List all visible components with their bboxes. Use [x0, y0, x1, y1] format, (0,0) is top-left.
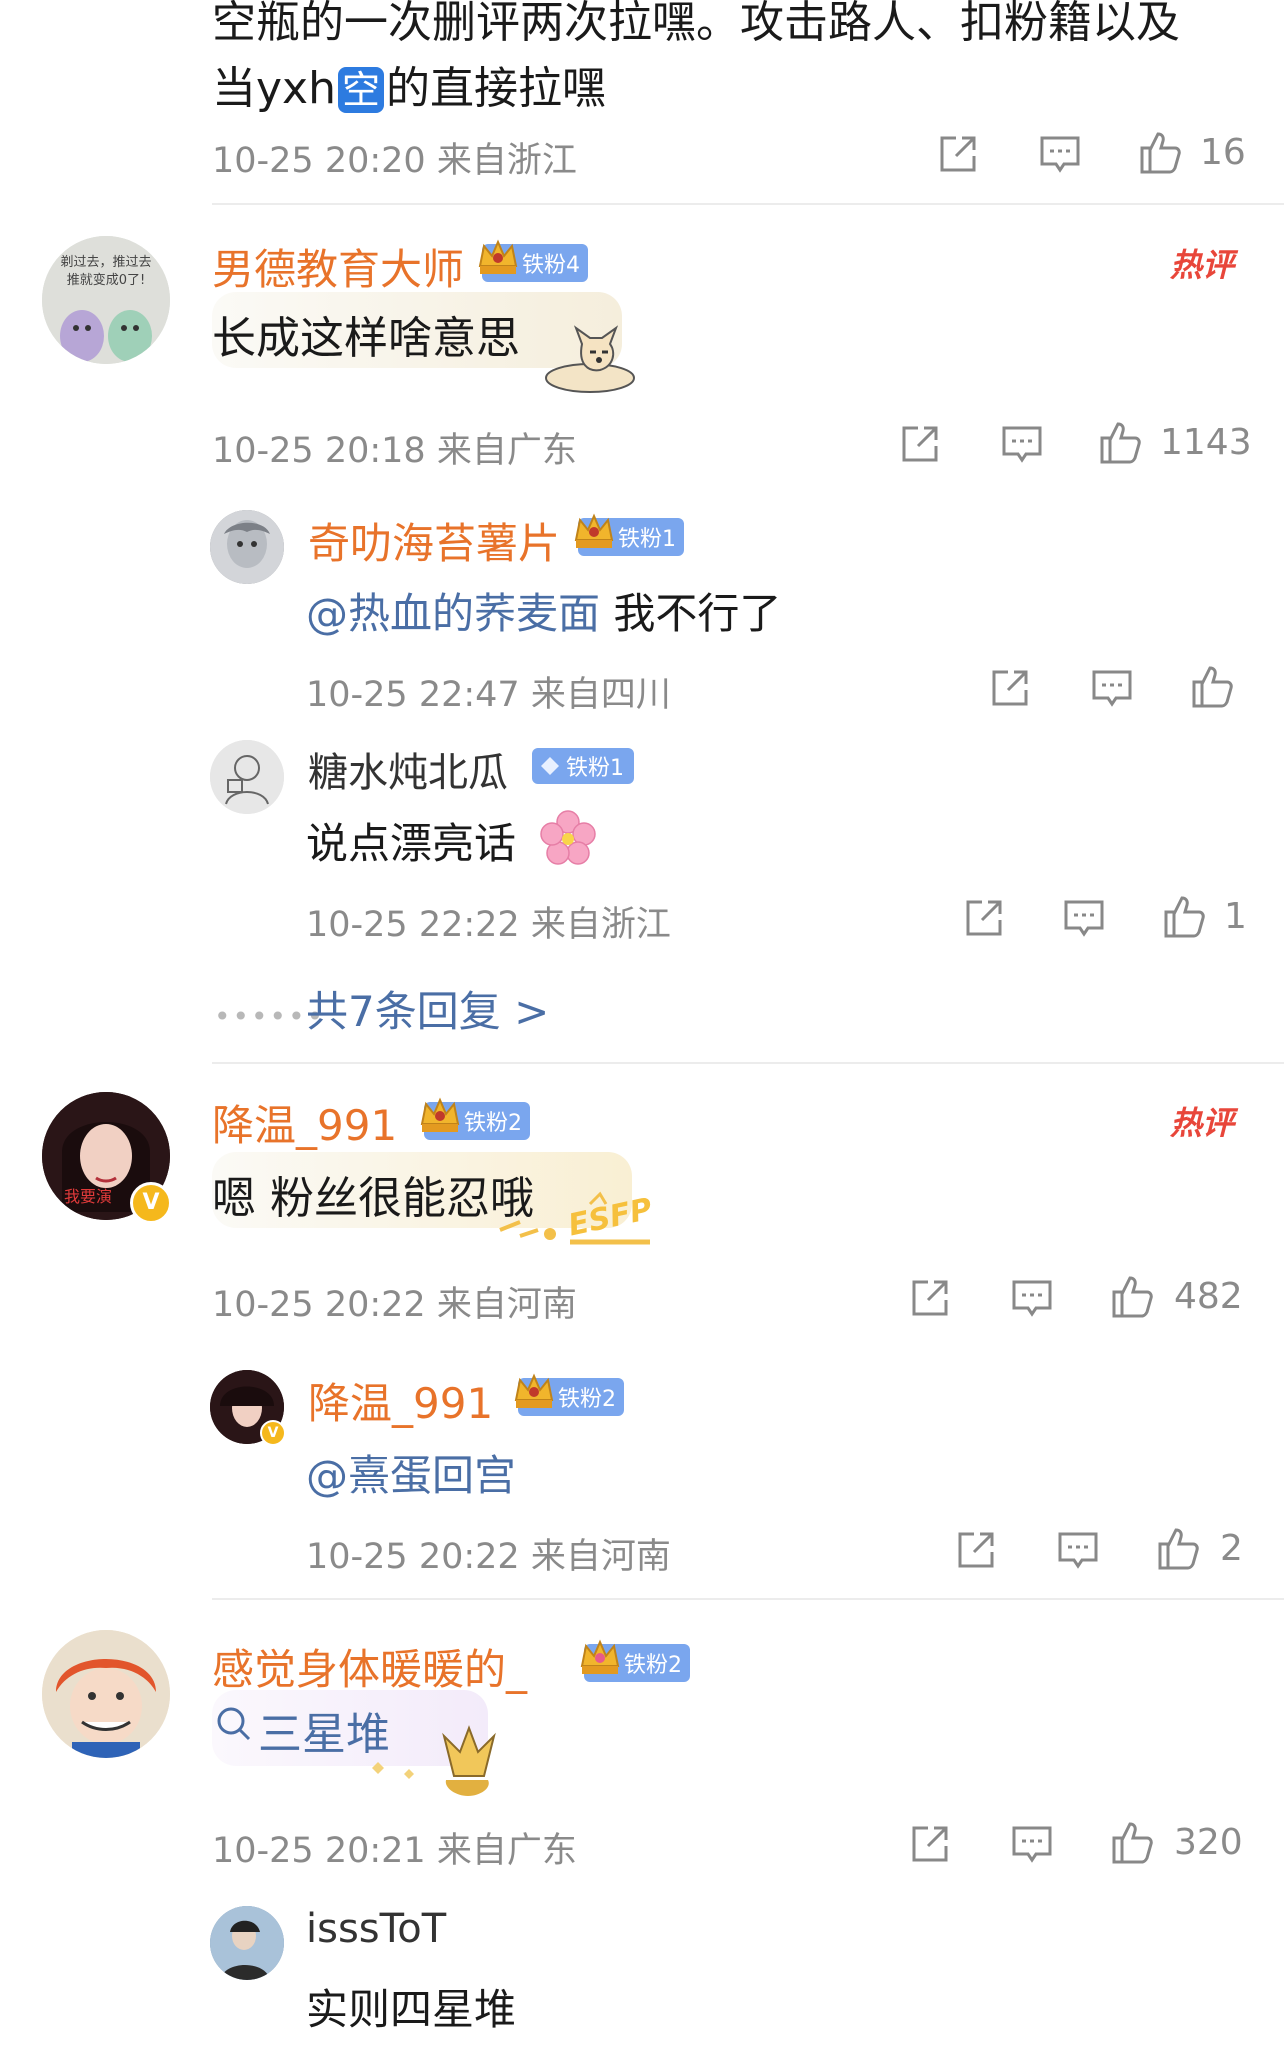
svg-text:剃过去，推过去: 剃过去，推过去 [60, 255, 151, 270]
top-comment-line2: 当yxh 空的直接拉嘿 [212, 52, 606, 116]
avatar[interactable]: 剃过去，推过去 推就变成0了! [42, 236, 170, 364]
avatar[interactable] [42, 1630, 170, 1758]
fan-badge: 铁粉2 [580, 1639, 690, 1682]
comment-icon[interactable] [1090, 666, 1134, 710]
reply-text: 说点漂亮话 [306, 810, 516, 871]
cherry-blossom-icon [538, 808, 598, 872]
fan-badge: 铁粉1 [574, 513, 684, 556]
reply-text: @熹蛋回宫 [306, 1442, 516, 1503]
fan-badge-label: 铁粉1 [618, 527, 676, 552]
like-count: 1143 [1160, 422, 1252, 463]
avatar[interactable] [210, 740, 284, 814]
fan-badge-label: 铁粉2 [624, 1653, 682, 1678]
mention-link[interactable]: @热血的荞麦面 [306, 589, 600, 638]
reply-name[interactable]: 奇叻海苔薯片 [308, 510, 560, 571]
reply-meta: 10-25 22:47 来自四川 [306, 675, 671, 715]
commenter-name[interactable]: 降温_991 [212, 1092, 397, 1153]
fan-badge: 铁粉2 [514, 1373, 624, 1416]
reply-text: @热血的荞麦面 我不行了 [306, 580, 781, 641]
crown-icon [420, 1097, 460, 1132]
like-icon[interactable] [1160, 892, 1208, 940]
reply-text-body: 说点漂亮话 [306, 819, 517, 868]
hot-comment-badge: 热评 [1170, 1104, 1235, 1142]
crown-icon [580, 1639, 620, 1674]
top-comment-text-suffix: 的直接拉嘿 [385, 63, 606, 114]
dog-sticker-icon [512, 324, 642, 400]
diamond-icon [541, 757, 559, 775]
top-comment-line1: 空瓶的一次删评两次拉嘿。攻击路人、扣粉籍以及 [212, 0, 1180, 48]
share-icon[interactable] [898, 422, 942, 466]
reply-text-body: 我不行了 [600, 589, 782, 638]
comment-icon[interactable] [1010, 1822, 1054, 1866]
comment-icon[interactable] [1062, 896, 1106, 940]
like-icon[interactable] [1108, 1272, 1156, 1320]
more-replies-link[interactable]: 共7条回复 > [306, 978, 549, 1039]
share-icon[interactable] [954, 1528, 998, 1572]
like-count: 320 [1174, 1822, 1243, 1863]
reply-text: 实则四星堆 [306, 1985, 517, 2034]
commenter-name[interactable]: 感觉身体暖暖的_ [212, 1636, 527, 1697]
crown-icon [574, 513, 614, 548]
comment-icon[interactable] [1056, 1528, 1100, 1572]
like-count: 16 [1200, 132, 1246, 173]
like-count: 482 [1174, 1276, 1243, 1317]
like-icon[interactable] [1154, 1524, 1202, 1572]
comment-icon[interactable] [1000, 422, 1044, 466]
divider [212, 1598, 1284, 1600]
svg-text:推就变成0了!: 推就变成0了! [67, 272, 145, 288]
kong-emoji: 空 [337, 67, 384, 113]
crown-icon [514, 1373, 554, 1408]
fan-badge: 铁粉1 [532, 748, 634, 784]
like-count: 1 [1224, 896, 1247, 937]
fan-badge: 铁粉2 [420, 1097, 530, 1140]
avatar[interactable] [210, 510, 284, 584]
like-icon[interactable] [1136, 128, 1184, 176]
like-count: 2 [1220, 1528, 1243, 1569]
comment-text: 长成这样啥意思 [212, 313, 520, 364]
search-icon [214, 1704, 254, 1744]
svg-text:我要演: 我要演 [64, 1187, 112, 1206]
hot-comment-badge: 热评 [1170, 246, 1235, 284]
share-icon[interactable] [988, 666, 1032, 710]
reply-name[interactable]: 降温_991 [308, 1370, 493, 1431]
esfp-sticker: ESFP [490, 1190, 660, 1246]
mention-link[interactable]: @熹蛋回宫 [306, 1451, 516, 1500]
fan-badge-label: 铁粉4 [522, 253, 580, 278]
comment-meta: 10-25 20:22 来自河南 [212, 1285, 577, 1325]
commenter-name[interactable]: 男德教育大师 [212, 236, 464, 297]
fan-badge-label: 铁粉2 [558, 1387, 616, 1412]
fan-badge-label: 铁粉2 [464, 1111, 522, 1136]
reply-meta: 10-25 22:22 来自浙江 [306, 905, 671, 945]
share-icon[interactable] [962, 896, 1006, 940]
crown-icon [478, 239, 518, 274]
avatar[interactable] [210, 1906, 284, 1980]
share-icon[interactable] [908, 1276, 952, 1320]
divider [212, 1062, 1284, 1064]
comment-text: 嗯 粉丝很能忍哦 [212, 1173, 534, 1224]
fan-badge: 铁粉4 [478, 239, 588, 282]
like-icon[interactable] [1096, 418, 1144, 466]
crown-sticker-icon [364, 1720, 514, 1814]
fan-badge-label: 铁粉1 [566, 756, 624, 781]
reply-name[interactable]: 糖水炖北瓜 [308, 740, 508, 798]
comment-icon[interactable] [1010, 1276, 1054, 1320]
top-comment-text-prefix: 当yxh [212, 63, 336, 114]
verified-icon: V [260, 1420, 286, 1446]
reply-name[interactable]: isssToT [306, 1906, 446, 1952]
reply-meta: 10-25 20:22 来自河南 [306, 1537, 671, 1577]
comment-meta: 10-25 20:18 来自广东 [212, 431, 577, 471]
comment-meta: 10-25 20:21 来自广东 [212, 1831, 577, 1871]
verified-icon: V [130, 1182, 172, 1224]
like-icon[interactable] [1188, 662, 1236, 710]
divider [212, 203, 1284, 205]
top-comment-meta: 10-25 20:20 来自浙江 [212, 141, 577, 181]
like-icon[interactable] [1108, 1818, 1156, 1866]
comment-icon[interactable] [1038, 132, 1082, 176]
share-icon[interactable] [908, 1822, 952, 1866]
share-icon[interactable] [936, 132, 980, 176]
